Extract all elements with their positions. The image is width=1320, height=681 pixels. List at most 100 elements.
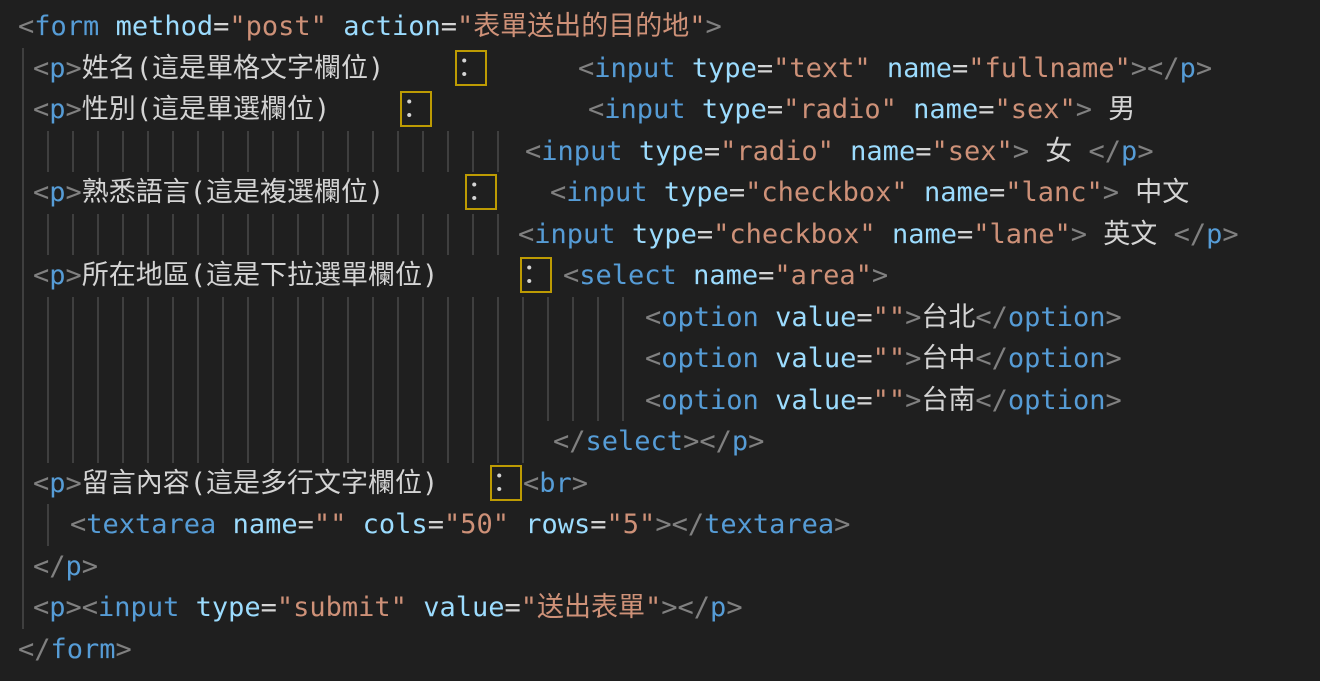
code-line: <p>性別(這是單選欄位)：<input type="radio" name="… <box>0 89 1320 131</box>
code-line: <option value="">台南</option> <box>0 380 1320 422</box>
token: p <box>1121 136 1137 167</box>
token: > <box>1105 385 1121 416</box>
token: < <box>33 177 49 208</box>
unicode-highlight-box: ： <box>490 465 522 501</box>
code-chunk: <p>所在地區(這是下拉選單欄位) <box>33 255 438 297</box>
token: ： <box>403 93 430 124</box>
token: </ <box>975 385 1008 416</box>
token: > <box>1076 94 1092 125</box>
token: < <box>518 219 534 250</box>
token: < <box>563 260 579 291</box>
token <box>677 260 693 291</box>
token: < <box>33 94 49 125</box>
token: method <box>116 11 214 42</box>
token <box>759 343 775 374</box>
code-chunk: <textarea name="" cols="50" rows="5"></t… <box>70 504 850 546</box>
token: p <box>1180 53 1196 84</box>
token: </ <box>975 343 1008 374</box>
token: ></ <box>683 426 732 457</box>
token: p <box>49 260 65 291</box>
code-editor[interactable]: <form method="post" action="表單送出的目的地"><p… <box>0 0 1320 681</box>
token: 性別(這是單選欄位) <box>82 94 331 125</box>
token: = <box>697 219 713 250</box>
indent-guide <box>22 48 27 90</box>
token: </ <box>33 551 66 582</box>
token: = <box>729 177 745 208</box>
token: 台北 <box>921 302 975 333</box>
token: "checkbox" <box>713 219 876 250</box>
code-line: <input type="radio" name="sex"> 女 </p> <box>0 131 1320 173</box>
code-chunk: </p> <box>33 546 98 588</box>
code-chunk: <option value="">台中</option> <box>645 338 1122 380</box>
token: action <box>343 11 441 42</box>
token: name <box>892 219 957 250</box>
code-chunk: <input type="checkbox" name="lane"> 英文 <… <box>518 214 1239 256</box>
token: < <box>70 509 86 540</box>
token: > <box>872 260 888 291</box>
indent-guide <box>22 214 505 256</box>
token: = <box>856 302 872 333</box>
token: = <box>978 94 994 125</box>
token <box>871 53 887 84</box>
code-chunk: <input type="checkbox" name="lanc"> 中文 <box>550 172 1189 214</box>
indent-guide <box>22 131 505 173</box>
indent-guide <box>22 380 633 422</box>
token: = <box>856 385 872 416</box>
token: 留言內容(這是多行文字欄位) <box>82 468 439 499</box>
token: </ <box>1174 219 1207 250</box>
code-chunk: <input type="radio" name="sex"> 女 </p> <box>525 131 1154 173</box>
token: ： <box>468 176 495 207</box>
code-line: <form method="post" action="表單送出的目的地"> <box>0 6 1320 48</box>
token: "5" <box>607 509 656 540</box>
token <box>407 592 423 623</box>
token <box>834 136 850 167</box>
code-chunk: <br> <box>523 463 588 505</box>
token: > <box>905 343 921 374</box>
unicode-highlight-box: ： <box>400 91 432 127</box>
code-line: </p> <box>0 546 1320 588</box>
token: option <box>661 343 759 374</box>
token: </ <box>975 302 1008 333</box>
token: > <box>1071 219 1087 250</box>
token: p <box>732 426 748 457</box>
token: = <box>957 219 973 250</box>
token: select <box>586 426 684 457</box>
code-line: <p>姓名(這是單格文字欄位)：<input type="text" name=… <box>0 48 1320 90</box>
token <box>759 385 775 416</box>
token: "text" <box>773 53 871 84</box>
token: p <box>1206 219 1222 250</box>
token: = <box>261 592 277 623</box>
token: ： <box>523 259 550 290</box>
token: 女 <box>1029 136 1089 167</box>
code-line: </select></p> <box>0 421 1320 463</box>
token: type <box>196 592 261 623</box>
token <box>648 177 664 208</box>
token: </ <box>553 426 586 457</box>
token: </ <box>1089 136 1122 167</box>
token: 熟悉語言(這是複選欄位) <box>82 177 385 208</box>
token: = <box>989 177 1005 208</box>
token: < <box>33 468 49 499</box>
token: < <box>18 11 34 42</box>
token: p <box>49 94 65 125</box>
token: "fullname" <box>968 53 1131 84</box>
token: > <box>66 177 82 208</box>
token <box>616 219 632 250</box>
token: = <box>590 509 606 540</box>
token: < <box>550 177 566 208</box>
token: < <box>33 260 49 291</box>
token: "area" <box>774 260 872 291</box>
token: ></ <box>1131 53 1180 84</box>
code-line: <p>熟悉語言(這是複選欄位)：<input type="checkbox" n… <box>0 172 1320 214</box>
indent-guide <box>22 89 27 131</box>
token: name <box>913 94 978 125</box>
token <box>623 136 639 167</box>
token: > <box>1103 177 1119 208</box>
token <box>686 94 702 125</box>
indent-guide <box>22 463 27 505</box>
token: textarea <box>86 509 216 540</box>
token: "表單送出的目的地" <box>457 11 706 42</box>
token: name <box>693 260 758 291</box>
token: name <box>924 177 989 208</box>
indent-guide <box>22 172 27 214</box>
